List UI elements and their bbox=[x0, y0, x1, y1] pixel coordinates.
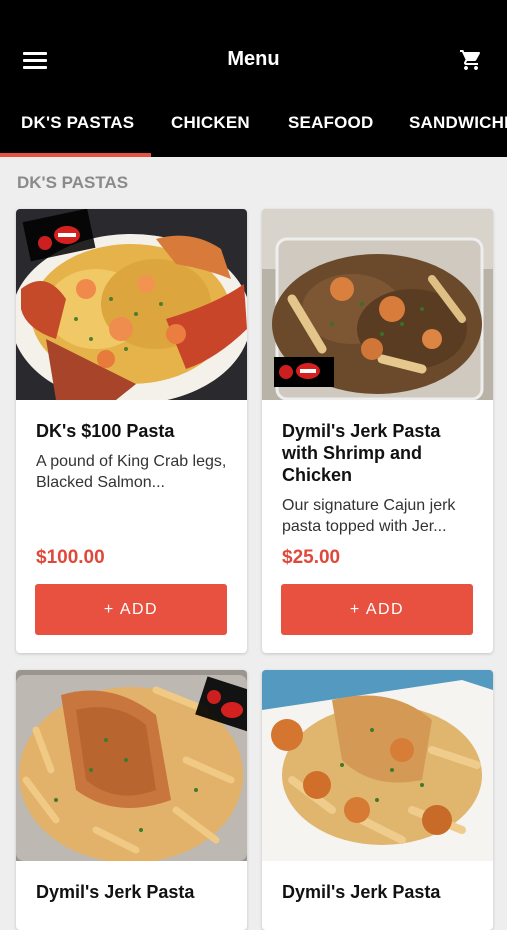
shopping-cart-icon[interactable] bbox=[459, 48, 483, 72]
menu-item-card[interactable]: DK's $100 Pasta A pound of King Crab leg… bbox=[16, 209, 247, 653]
menu-item-card[interactable]: Dymil's Jerk Pasta bbox=[262, 670, 493, 930]
add-to-cart-button[interactable]: + ADD bbox=[35, 584, 227, 635]
menu-item-image[interactable] bbox=[16, 670, 247, 861]
menu-item-price: $25.00 bbox=[282, 547, 341, 568]
menu-item-card[interactable]: Dymil's Jerk Pasta with Shrimp and Chick… bbox=[262, 209, 493, 653]
tab-sandwiches[interactable]: SANDWICHES bbox=[409, 100, 507, 152]
menu-item-image[interactable] bbox=[262, 209, 493, 400]
category-tabs: DK'S PASTAS CHICKEN SEAFOOD SANDWICHES bbox=[0, 100, 507, 157]
active-tab-indicator bbox=[0, 153, 151, 157]
menu-item-image[interactable] bbox=[262, 670, 493, 861]
tab-seafood[interactable]: SEAFOOD bbox=[288, 100, 373, 152]
add-to-cart-button[interactable]: + ADD bbox=[281, 584, 473, 635]
menu-item-card[interactable]: Dymil's Jerk Pasta bbox=[16, 670, 247, 930]
section-title: DK'S PASTAS bbox=[17, 173, 129, 192]
app-header: Menu DK'S PASTAS CHICKEN SEAFOOD SANDWIC… bbox=[0, 0, 507, 157]
menu-item-price: $100.00 bbox=[36, 547, 105, 568]
menu-item-name: DK's $100 Pasta bbox=[36, 421, 175, 441]
menu-item-name: Dymil's Jerk Pasta with Shrimp and Chick… bbox=[282, 421, 441, 485]
top-bar: Menu bbox=[0, 28, 507, 92]
menu-item-description: A pound of King Crab legs, Blacked Salmo… bbox=[36, 453, 227, 491]
tab-chicken[interactable]: CHICKEN bbox=[171, 100, 250, 152]
page-title: Menu bbox=[227, 48, 280, 70]
menu-item-description: Our signature Cajun jerk pasta topped wi… bbox=[282, 497, 456, 535]
menu-item-image[interactable] bbox=[16, 209, 247, 400]
tab-dks-pastas[interactable]: DK'S PASTAS bbox=[21, 100, 134, 152]
